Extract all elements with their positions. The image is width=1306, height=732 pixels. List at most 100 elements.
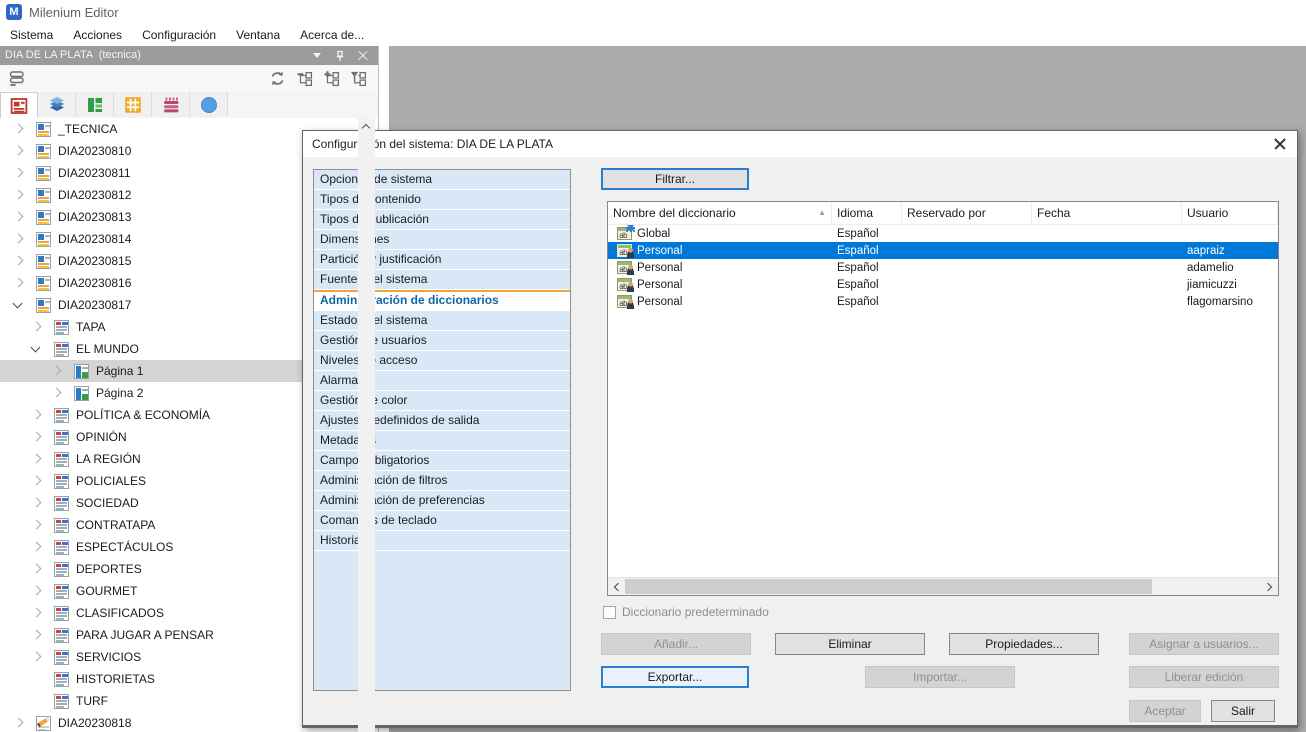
chevron-icon[interactable] — [28, 429, 44, 445]
chevron-icon[interactable] — [10, 231, 26, 247]
chevron-icon[interactable] — [10, 209, 26, 225]
settings-nav-item[interactable]: Estados del sistema — [314, 311, 570, 331]
settings-nav-item[interactable]: Administración de preferencias — [314, 491, 570, 511]
chevron-icon[interactable] — [28, 627, 44, 643]
settings-nav-item[interactable]: Partición y justificación — [314, 250, 570, 270]
menu-item[interactable]: Acciones — [63, 25, 132, 46]
table-row[interactable]: Personal Español flagomarsino — [608, 293, 1278, 310]
settings-nav-item[interactable]: Gestión de usuarios — [314, 331, 570, 351]
release-edit-button[interactable]: Liberar edición — [1129, 666, 1279, 688]
stacked-editions-icon[interactable] — [7, 69, 27, 87]
chevron-icon[interactable] — [28, 473, 44, 489]
settings-nav-item[interactable]: Administración de filtros — [314, 471, 570, 491]
settings-nav-item[interactable]: Tipos de contenido — [314, 190, 570, 210]
export-button[interactable]: Exportar... — [601, 666, 749, 688]
chevron-icon[interactable] — [10, 187, 26, 203]
assign-users-button[interactable]: Asignar a usuarios... — [1129, 633, 1279, 655]
chevron-icon[interactable] — [28, 671, 44, 687]
chevron-icon[interactable] — [10, 143, 26, 159]
column-header-reservado[interactable]: Reservado por — [902, 202, 1032, 224]
settings-nav-item[interactable]: Comandos de teclado — [314, 511, 570, 531]
chevron-icon[interactable] — [28, 561, 44, 577]
chevron-icon[interactable] — [28, 517, 44, 533]
accept-button[interactable]: Aceptar — [1129, 700, 1201, 722]
settings-nav-item[interactable]: Alarmas — [314, 371, 570, 391]
filter-tree-icon[interactable] — [348, 69, 368, 87]
chevron-icon[interactable] — [28, 649, 44, 665]
column-header-idioma[interactable]: Idioma — [832, 202, 902, 224]
column-header-usuario[interactable]: Usuario — [1182, 202, 1278, 224]
chevron-icon[interactable] — [28, 539, 44, 555]
chevron-icon[interactable] — [28, 341, 44, 357]
chevron-icon[interactable] — [28, 605, 44, 621]
table-row[interactable]: Personal Español jiamicuzzi — [608, 276, 1278, 293]
menu-item[interactable]: Sistema — [0, 25, 63, 46]
scrollbar-thumb[interactable] — [625, 579, 1152, 594]
dictionary-icon — [617, 295, 632, 308]
chevron-icon[interactable] — [28, 583, 44, 599]
add-button[interactable]: Añadir... — [601, 633, 751, 655]
menu-item[interactable]: Acerca de... — [290, 25, 374, 46]
pin-icon[interactable] — [333, 49, 347, 63]
chevron-icon[interactable] — [10, 275, 26, 291]
chevron-icon[interactable] — [10, 297, 26, 313]
import-button[interactable]: Importar... — [865, 666, 1015, 688]
settings-nav-item[interactable]: Ajustes predefinidos de salida — [314, 411, 570, 431]
settings-nav-item[interactable]: Fuentes del sistema — [314, 270, 570, 290]
filter-button[interactable]: Filtrar... — [601, 168, 749, 190]
collapse-all-icon[interactable] — [294, 69, 314, 87]
properties-button[interactable]: Propiedades... — [949, 633, 1099, 655]
tab-circle[interactable] — [190, 92, 228, 117]
scroll-up-icon[interactable] — [358, 118, 375, 135]
chevron-icon[interactable] — [28, 693, 44, 709]
settings-nav-item[interactable]: Tipos de publicación — [314, 210, 570, 230]
chevron-icon[interactable] — [28, 451, 44, 467]
panel-close-icon[interactable] — [356, 49, 370, 63]
delete-button[interactable]: Eliminar — [775, 633, 925, 655]
tab-editions[interactable] — [0, 92, 38, 119]
table-row[interactable]: Global Español — [608, 225, 1278, 242]
dictionary-name: Personal — [637, 262, 682, 274]
chevron-icon[interactable] — [28, 319, 44, 335]
expand-all-icon[interactable] — [321, 69, 341, 87]
dialog-close-icon[interactable] — [1274, 137, 1287, 153]
tab-grid[interactable] — [114, 92, 152, 117]
settings-nav-item[interactable]: Campos obligatorios — [314, 451, 570, 471]
horizontal-scrollbar[interactable] — [608, 577, 1278, 595]
tree-item-icon — [54, 474, 69, 489]
chevron-icon[interactable] — [10, 121, 26, 137]
table-row[interactable]: Personal Español adamelio — [608, 259, 1278, 276]
column-header-fecha[interactable]: Fecha — [1032, 202, 1182, 224]
scroll-left-icon[interactable] — [608, 578, 625, 595]
tab-press[interactable] — [152, 92, 190, 117]
dictionary-name: Personal — [637, 279, 682, 291]
settings-nav-item[interactable]: Dimensiones — [314, 230, 570, 250]
exit-button[interactable]: Salir — [1211, 700, 1275, 722]
panel-menu-chevron-icon[interactable] — [310, 49, 324, 63]
chevron-icon[interactable] — [48, 385, 64, 401]
chevron-icon[interactable] — [28, 495, 44, 511]
chevron-icon[interactable] — [28, 407, 44, 423]
tab-layout[interactable] — [76, 92, 114, 117]
settings-nav-item[interactable]: Historial — [314, 531, 570, 551]
chevron-icon[interactable] — [10, 165, 26, 181]
chevron-icon[interactable] — [10, 253, 26, 269]
sort-ascending-icon[interactable]: ▲ — [818, 202, 826, 224]
menu-item[interactable]: Configuración — [132, 25, 226, 46]
tab-layers[interactable] — [38, 92, 76, 117]
dialog-title: Configuración del sistema: DIA DE LA PLA… — [303, 137, 553, 151]
table-row[interactable]: Personal Español aapraiz — [608, 242, 1278, 259]
chevron-icon[interactable] — [48, 363, 64, 379]
settings-nav-item[interactable]: Opciones de sistema — [314, 170, 570, 190]
settings-nav-item[interactable]: Niveles de acceso — [314, 351, 570, 371]
chevron-icon[interactable] — [10, 715, 26, 731]
scroll-right-icon[interactable] — [1261, 578, 1278, 595]
column-header-nombre[interactable]: Nombre del diccionario ▲ — [608, 202, 832, 224]
settings-nav-item[interactable]: Administración de diccionarios — [314, 290, 570, 311]
settings-nav-item[interactable]: Gestión de color — [314, 391, 570, 411]
refresh-icon[interactable] — [267, 69, 287, 87]
default-dictionary-checkbox[interactable] — [603, 606, 616, 619]
settings-nav-item[interactable]: Metadatos — [314, 431, 570, 451]
tree-vertical-scrollbar[interactable] — [358, 118, 375, 732]
menu-item[interactable]: Ventana — [226, 25, 290, 46]
